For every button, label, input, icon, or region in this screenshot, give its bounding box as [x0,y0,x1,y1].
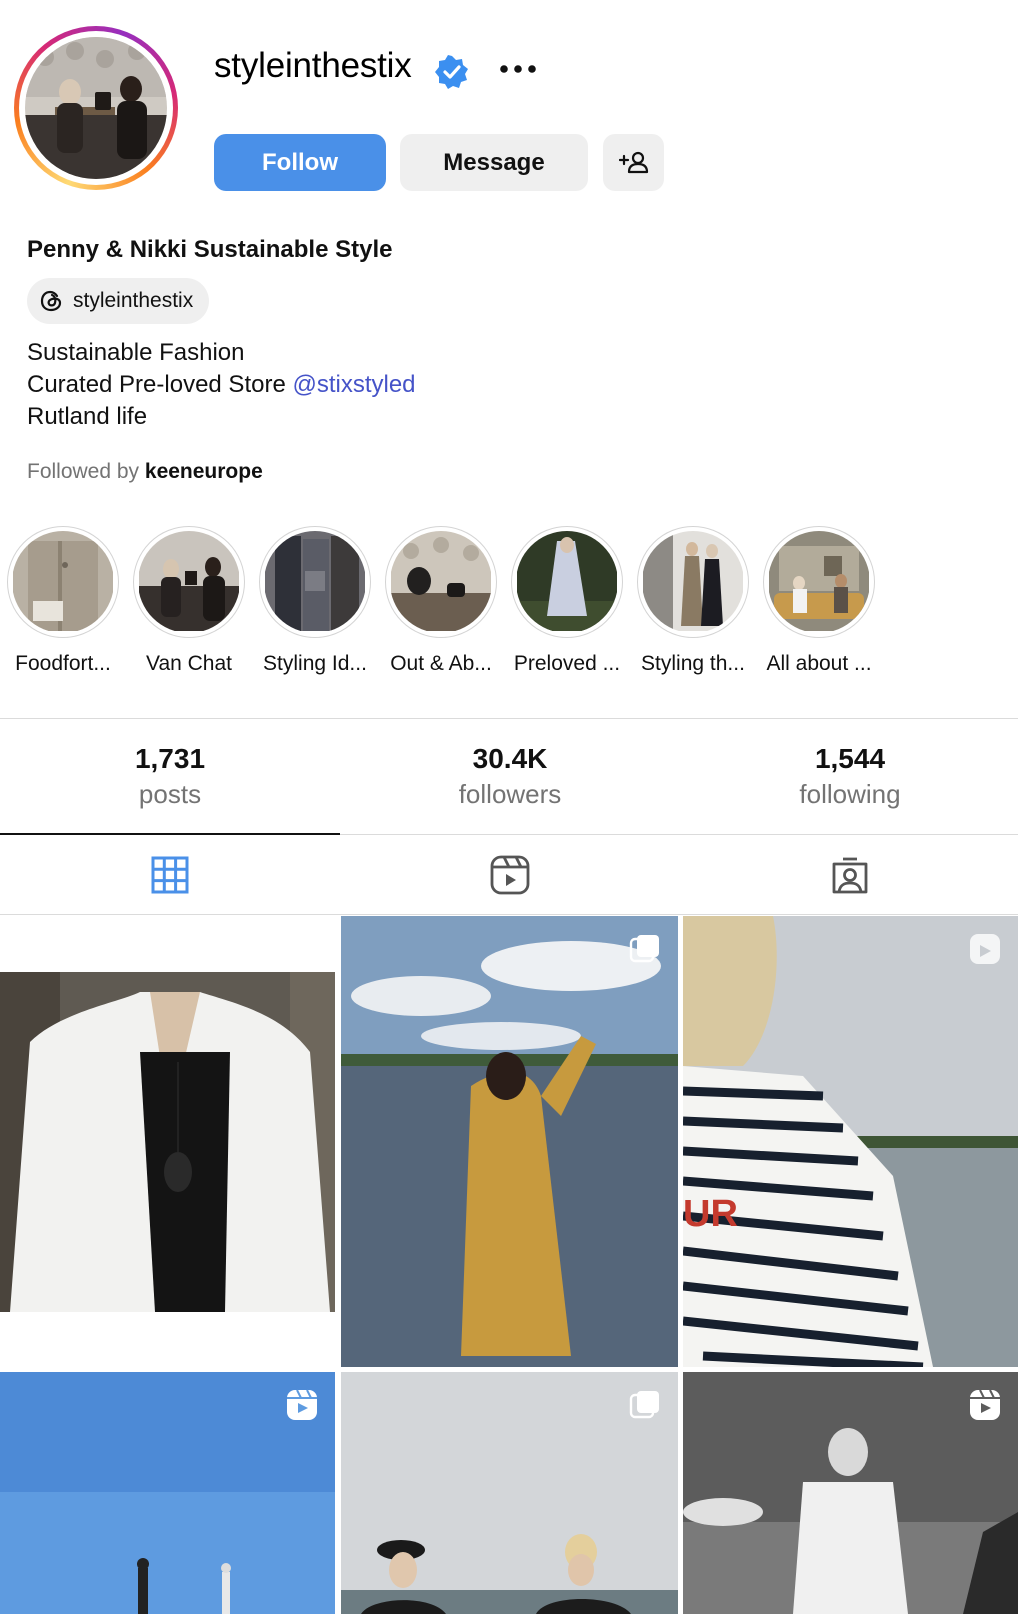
highlight-item[interactable]: Van Chat [129,526,249,676]
highlight-label: Foodfort... [15,652,111,675]
highlight-ring [511,526,623,638]
highlight-label: Styling Id... [263,652,367,675]
followed-by-user[interactable]: keeneurope [145,460,263,483]
followers-count[interactable]: 30.4K followers [340,742,680,812]
message-button[interactable]: Message [400,134,588,191]
avatar-image [25,37,167,179]
tab-tagged[interactable] [680,836,1018,914]
more-options-icon[interactable] [496,56,540,82]
reels-badge-icon [970,1389,1000,1420]
highlight-cover [390,531,492,633]
posts-count-value: 1,731 [134,743,206,774]
grid-icon [151,856,189,894]
bio: Sustainable Fashion Curated Pre-loved St… [27,337,416,433]
highlight-cover [642,531,744,633]
divider [0,718,1018,719]
posts-count[interactable]: 1,731 posts [0,742,340,812]
post-tile[interactable] [683,1372,1018,1614]
profile-avatar-ring[interactable] [14,26,178,190]
bio-line-2: Curated Pre-loved Store @stixstyled [27,369,416,401]
post-image [0,972,335,1312]
highlight-label: Van Chat [146,652,232,675]
following-count[interactable]: 1,544 following [680,742,1018,812]
followers-count-value: 30.4K [472,743,548,774]
posts-count-label: posts [138,779,202,809]
highlight-ring [259,526,371,638]
reels-icon [490,855,530,895]
threads-icon [40,290,62,312]
avatar[interactable] [25,37,167,179]
highlight-label: Preloved ... [513,652,621,675]
reels-badge-icon [970,934,1000,964]
mention-link[interactable]: @stixstyled [292,371,415,398]
following-count-value: 1,544 [814,743,886,774]
active-tab-indicator [0,833,340,835]
svg-text:UR: UR [683,1193,738,1235]
bio-line-1: Sustainable Fashion [27,339,245,366]
highlight-ring [133,526,245,638]
highlight-label: All about ... [766,652,872,675]
username: styleinthestix [214,46,412,85]
followers-count-label: followers [458,779,562,809]
highlight-item[interactable]: Out & Ab... [381,526,501,676]
post-tile[interactable] [0,1372,335,1614]
suggested-users-button[interactable] [603,134,664,191]
tab-posts-grid[interactable] [0,836,340,914]
following-count-label: following [799,779,901,809]
highlight-item[interactable]: Styling Id... [255,526,375,676]
highlight-item[interactable]: All about ... [759,526,879,676]
highlight-ring [385,526,497,638]
tab-reels[interactable] [340,836,680,914]
highlight-ring [763,526,875,638]
verified-badge-icon [435,55,468,89]
highlight-ring [7,526,119,638]
carousel-icon [629,935,659,963]
divider [0,914,1018,915]
highlight-item[interactable]: Styling th... [633,526,753,676]
carousel-icon [629,1391,659,1419]
post-tile[interactable]: UR [683,916,1018,1367]
highlight-item[interactable]: Preloved ... [507,526,627,676]
tagged-icon [832,857,868,894]
post-tile[interactable] [0,972,335,1312]
highlight-ring [637,526,749,638]
highlight-cover [138,531,240,633]
bio-line-2-text: Curated Pre-loved Store [27,371,293,398]
add-person-icon [618,151,648,173]
threads-link[interactable]: styleinthestix [27,278,210,324]
post-image [341,916,678,1367]
followed-by-prefix: Followed by [27,460,145,483]
bio-line-3: Rutland life [27,403,148,430]
follow-button[interactable]: Follow [214,134,386,191]
highlight-cover [264,531,366,633]
highlight-cover [12,531,114,633]
post-tile[interactable] [341,916,678,1367]
reels-badge-icon [287,1389,317,1420]
highlight-cover [768,531,870,633]
post-tile[interactable] [341,1372,678,1614]
post-image: UR [683,916,1018,1367]
profile-full-name: Penny & Nikki Sustainable Style [27,236,393,263]
highlight-label: Styling th... [641,652,745,675]
threads-handle: styleinthestix [73,289,194,312]
followed-by[interactable]: Followed by keeneurope [27,460,263,484]
highlight-cover [516,531,618,633]
highlight-item[interactable]: Foodfort... [3,526,123,676]
highlight-label: Out & Ab... [390,652,492,675]
